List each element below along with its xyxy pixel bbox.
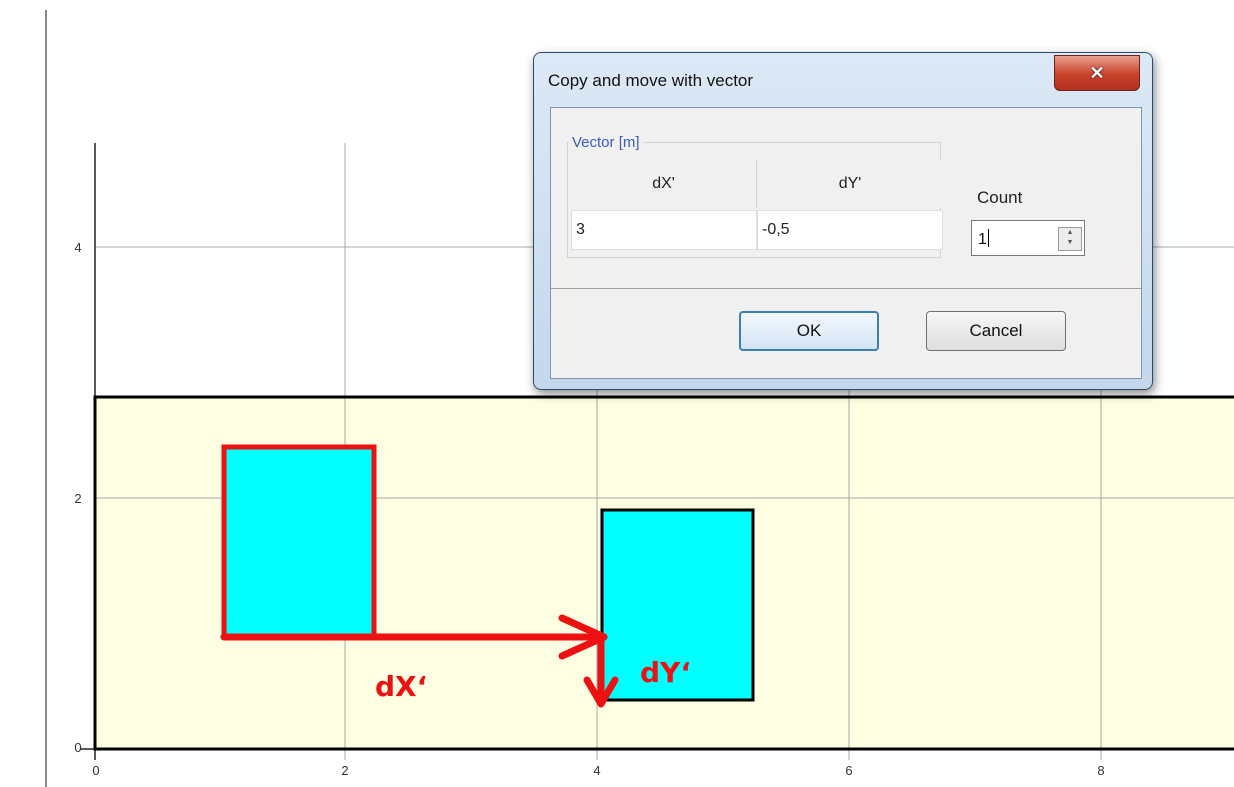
column-header-dx[interactable]: dX' [571, 160, 757, 208]
x-tick-label: 2 [341, 763, 348, 778]
count-spinner[interactable]: 1 ▲ ▼ [971, 220, 1085, 256]
dialog-title: Copy and move with vector [548, 71, 754, 90]
close-icon: ✕ [1089, 62, 1105, 83]
text-caret [987, 229, 989, 247]
copy-move-dialog: Copy and move with vector ✕ Vector [m] d… [533, 52, 1153, 390]
x-tick-label: 4 [593, 763, 600, 778]
ok-button[interactable]: OK [739, 311, 879, 351]
cancel-button[interactable]: Cancel [926, 311, 1066, 351]
source-rectangle[interactable] [221, 444, 377, 640]
spin-up-icon[interactable]: ▲ [1059, 228, 1081, 238]
dx-value-cell[interactable]: 3 [571, 210, 757, 250]
column-header-dy[interactable]: dY' [757, 160, 943, 208]
button-separator [551, 288, 1141, 289]
count-value: 1 [978, 231, 987, 248]
x-tick-label: 0 [92, 763, 99, 778]
spin-buttons[interactable]: ▲ ▼ [1058, 227, 1082, 251]
x-tick-label: 6 [845, 763, 852, 778]
y-tick-label: 2 [74, 491, 81, 506]
close-button[interactable]: ✕ [1054, 55, 1140, 91]
y-tick-label: 4 [74, 240, 81, 255]
spin-down-icon[interactable]: ▼ [1059, 238, 1081, 248]
dx-annotation: dX‘ [375, 670, 427, 703]
vector-group-label: Vector [m] [569, 134, 643, 151]
y-tick-label: 0 [74, 740, 81, 755]
count-input[interactable]: 1 [978, 229, 989, 249]
dy-annotation: dY‘ [640, 656, 691, 689]
dialog-client-area: Vector [m] dX' dY' 3 -0,5 Count 1 ▲ ▼ OK… [550, 107, 1142, 379]
dy-value-cell[interactable]: -0,5 [757, 210, 943, 250]
vector-grid: dX' dY' 3 -0,5 [571, 160, 943, 250]
x-tick-label: 8 [1097, 763, 1104, 778]
count-label: Count [977, 188, 1023, 207]
